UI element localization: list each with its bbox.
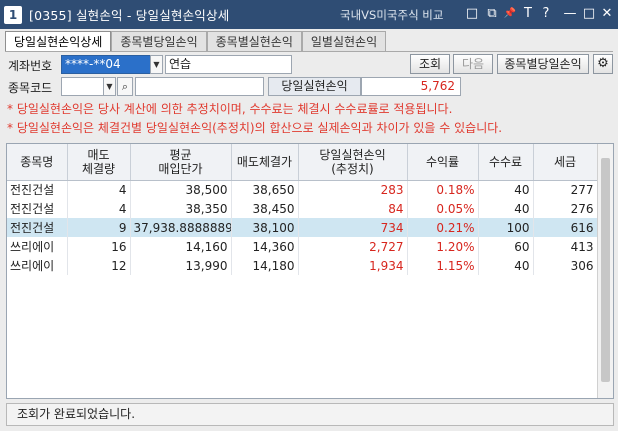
col-header-name[interactable]: 종목명 (7, 144, 68, 181)
cell-sell-price: 38,450 (231, 199, 299, 218)
col-header-sell-price[interactable]: 매도체결가 (231, 144, 299, 181)
cell-sell-price: 14,360 (231, 237, 299, 256)
account-label: 계좌번호 (8, 59, 53, 73)
cell-return-rate: 0.21% (407, 218, 479, 237)
col-header-fee[interactable]: 수수료 (478, 144, 534, 181)
stock-code-input[interactable] (61, 77, 104, 96)
cell-return-rate: 1.15% (407, 256, 479, 275)
realized-pnl-table: 종목명 매도 체결량 평균 매입단가 매도체결가 당일실현손익 (추정치) 수익… (7, 144, 598, 275)
account-name-field: 연습 (165, 55, 292, 74)
search-icon[interactable]: ⌕ (117, 77, 133, 96)
cell-avg-price: 14,160 (130, 237, 232, 256)
col-header-sell-qty[interactable]: 매도 체결량 (67, 144, 131, 181)
cell-sell-qty: 4 (67, 180, 131, 199)
cell-sell-price: 38,650 (231, 180, 299, 199)
cell-tax: 616 (533, 218, 598, 237)
cell-fee: 40 (478, 180, 534, 199)
cell-tax: 276 (533, 199, 598, 218)
minimize-icon[interactable]: — (562, 6, 578, 22)
tab-daily-realized-detail[interactable]: 당일실현손익상세 (5, 31, 112, 52)
col-header-realized-pnl[interactable]: 당일실현손익 (추정치) (298, 144, 408, 181)
vertical-scrollbar[interactable] (597, 144, 613, 398)
settings-gear-icon[interactable]: ⚙ (593, 54, 613, 74)
account-select[interactable]: ****-**04 (61, 55, 151, 74)
cell-name: 쓰리에이 (7, 256, 68, 275)
notice-area: * 당일실현손익은 당사 계산에 의한 추정치이며, 수수료는 체결시 수수료률… (7, 100, 502, 138)
cell-avg-price: 37,938.8888889 (130, 218, 232, 237)
cell-sell-qty: 4 (67, 199, 131, 218)
font-size-icon[interactable]: T (520, 6, 536, 22)
stock-code-label: 종목코드 (8, 81, 53, 95)
close-icon[interactable]: ✕ (599, 6, 615, 22)
account-dropdown-icon[interactable]: ▼ (150, 55, 163, 74)
tab-realized-by-stock[interactable]: 종목별실현손익 (206, 31, 302, 52)
scrollbar-thumb[interactable] (601, 158, 610, 382)
cell-return-rate: 0.05% (407, 199, 479, 218)
link-window-icon[interactable]: □ (464, 6, 480, 22)
by-stock-daily-button[interactable]: 종목별당일손익 (497, 54, 589, 74)
cell-name: 전진건설 (7, 180, 68, 199)
notice-line-1: * 당일실현손익은 당사 계산에 의한 추정치이며, 수수료는 체결시 수수료률… (7, 102, 453, 116)
window-number-badge: 1 (4, 5, 22, 24)
cell-name: 쓰리에이 (7, 237, 68, 256)
tab-divider (5, 51, 613, 52)
cell-return-rate: 0.18% (407, 180, 479, 199)
query-button[interactable]: 조회 (410, 54, 450, 74)
table-row[interactable]: 쓰리에이 16 14,160 14,360 2,727 1.20% 60 413 (7, 237, 598, 256)
table-row[interactable]: 전진건설 4 38,350 38,450 84 0.05% 40 276 (7, 199, 598, 218)
table-row[interactable]: 전진건설 9 37,938.8888889 38,100 734 0.21% 100 616 (7, 218, 598, 237)
cell-sell-qty: 16 (67, 237, 131, 256)
cell-avg-price: 38,350 (130, 199, 232, 218)
window-title: [0355] 실현손익 - 당일실현손익상세 (29, 8, 230, 23)
help-icon[interactable]: ? (538, 6, 554, 22)
cell-sell-qty: 12 (67, 256, 131, 275)
cell-sell-price: 38,100 (231, 218, 299, 237)
cell-name: 전진건설 (7, 199, 68, 218)
cell-sell-price: 14,180 (231, 256, 299, 275)
notice-line-2: * 당일실현손익은 체결건별 당일실현손익(추정치)의 합산으로 실제손익과 차… (7, 121, 503, 135)
cell-realized-pnl: 2,727 (298, 237, 408, 256)
cell-avg-price: 13,990 (130, 256, 232, 275)
tab-strip: 당일실현손익상세 종목별당일손익 종목별실현손익 일별실현손익 (5, 31, 387, 52)
cell-realized-pnl: 283 (298, 180, 408, 199)
cell-fee: 40 (478, 256, 534, 275)
cell-fee: 60 (478, 237, 534, 256)
realized-pnl-value: 5,762 (361, 77, 461, 96)
cell-return-rate: 1.20% (407, 237, 479, 256)
cell-fee: 40 (478, 199, 534, 218)
cell-realized-pnl: 84 (298, 199, 408, 218)
pin-icon[interactable]: 📌 (502, 6, 518, 22)
col-header-avg-price[interactable]: 평균 매입단가 (130, 144, 232, 181)
cell-realized-pnl: 1,934 (298, 256, 408, 275)
cell-tax: 306 (533, 256, 598, 275)
cell-tax: 277 (533, 180, 598, 199)
cell-realized-pnl: 734 (298, 218, 408, 237)
table-row[interactable]: 전진건설 4 38,500 38,650 283 0.18% 40 277 (7, 180, 598, 199)
table-row[interactable]: 쓰리에이 12 13,990 14,180 1,934 1.15% 40 306 (7, 256, 598, 275)
maximize-icon[interactable]: □ (581, 6, 597, 22)
stock-code-dropdown-icon[interactable]: ▼ (103, 77, 116, 96)
col-header-return-rate[interactable]: 수익률 (407, 144, 479, 181)
title-bar: 1 [0355] 실현손익 - 당일실현손익상세 국내VS미국주식 비교 □ ⧉… (0, 0, 618, 29)
tab-daily-by-stock[interactable]: 종목별당일손익 (111, 31, 207, 52)
col-header-tax[interactable]: 세금 (533, 144, 598, 181)
cell-fee: 100 (478, 218, 534, 237)
cell-tax: 413 (533, 237, 598, 256)
realized-pnl-grid[interactable]: 종목명 매도 체결량 평균 매입단가 매도체결가 당일실현손익 (추정치) 수익… (6, 143, 614, 399)
realized-pnl-label: 당일실현손익 (268, 77, 361, 96)
cell-name: 전진건설 (7, 218, 68, 237)
copy-window-icon[interactable]: ⧉ (484, 6, 500, 22)
tab-daily-realized[interactable]: 일별실현손익 (301, 31, 387, 52)
cell-avg-price: 38,500 (130, 180, 232, 199)
cell-sell-qty: 9 (67, 218, 131, 237)
status-bar: 조회가 완료되었습니다. (6, 403, 614, 426)
next-button[interactable]: 다음 (453, 54, 493, 74)
stock-name-field (135, 77, 264, 96)
compare-link[interactable]: 국내VS미국주식 비교 (340, 7, 443, 23)
